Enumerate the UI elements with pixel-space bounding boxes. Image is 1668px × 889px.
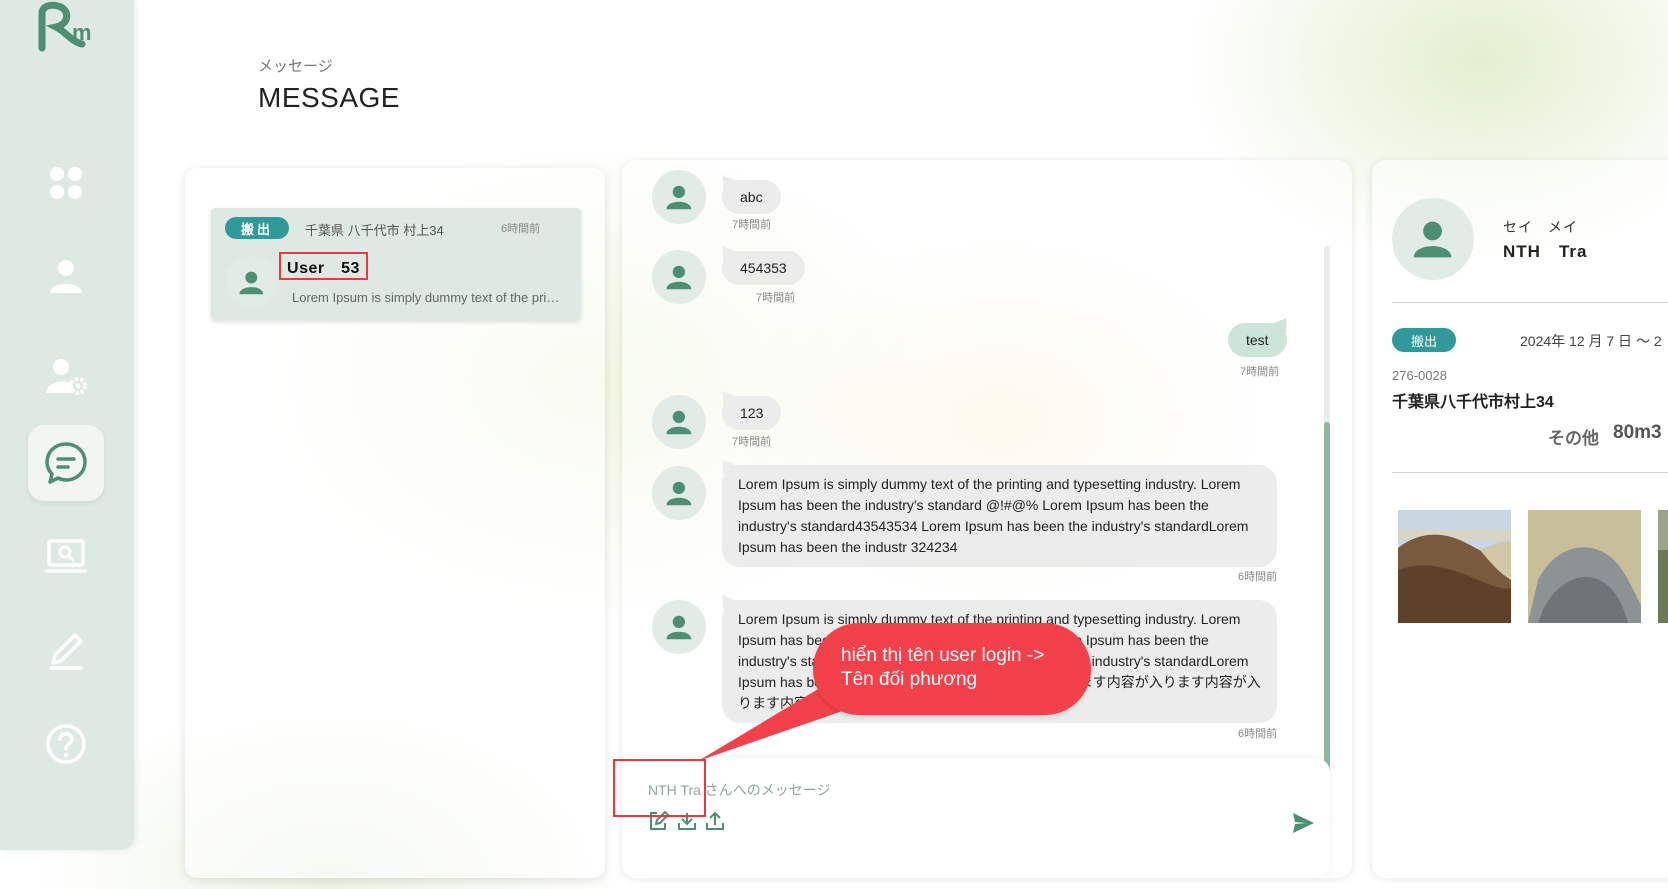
upload-icon[interactable] bbox=[704, 810, 726, 832]
user-icon bbox=[1414, 222, 1452, 258]
message-time: 7時間前 bbox=[1240, 366, 1280, 378]
soil-photo[interactable] bbox=[1398, 510, 1511, 623]
avatar bbox=[652, 600, 706, 654]
avatar bbox=[652, 250, 706, 304]
avatar bbox=[652, 170, 706, 224]
user-settings-icon bbox=[46, 359, 87, 395]
avatar bbox=[225, 256, 277, 308]
dashboard-icon bbox=[50, 167, 82, 199]
sidebar-item-monitor[interactable] bbox=[28, 518, 104, 594]
message-bubble-own: test bbox=[1228, 323, 1287, 357]
schedule-date: 2024年 12 月 7 日 ～ 2 bbox=[1520, 333, 1662, 349]
message-composer: NTH Tra さんへのメッセージ bbox=[622, 758, 1330, 878]
message-time: 6時間前 bbox=[1238, 728, 1278, 740]
conversation-time: 6時間前 bbox=[501, 223, 541, 235]
volume: 80m3 bbox=[1613, 422, 1662, 443]
sidebar-item-help[interactable] bbox=[28, 706, 104, 782]
user-icon bbox=[239, 271, 263, 294]
avatar bbox=[652, 466, 706, 520]
send-icon[interactable] bbox=[1290, 810, 1316, 836]
partial-photo[interactable] bbox=[1658, 510, 1668, 623]
chat-panel: abc 7時間前 454353 7時間前 test 7時間前 123 7時間前 … bbox=[622, 160, 1352, 878]
user-icon bbox=[50, 260, 82, 293]
pen-icon bbox=[49, 633, 83, 670]
monitor-search-icon bbox=[45, 539, 87, 573]
conversation-item[interactable]: 搬出 千葉県 八千代市 村上34 6時間前 User 53 Lorem Ipsu… bbox=[211, 208, 581, 320]
message-bubble: Lorem Ipsum is simply dummy text of the … bbox=[722, 465, 1277, 567]
page-subtitle: メッセージ bbox=[258, 58, 333, 75]
message-time: 7時間前 bbox=[732, 436, 772, 448]
conversation-preview: Lorem Ipsum is simply dummy text of the … bbox=[292, 290, 560, 305]
sidebar-item-user-settings[interactable] bbox=[28, 338, 104, 414]
user-name: NTH Tra bbox=[1503, 242, 1588, 261]
message-time: 6時間前 bbox=[1238, 571, 1278, 583]
app-logo[interactable]: m bbox=[28, 0, 108, 62]
address: 千葉県八千代市村上34 bbox=[1392, 394, 1554, 411]
sidebar: m bbox=[0, 0, 134, 850]
message-bubble: abc bbox=[722, 180, 781, 214]
user-icon bbox=[666, 615, 692, 640]
message-bubble: 454353 bbox=[722, 251, 805, 285]
category: その他 bbox=[1548, 429, 1599, 448]
svg-text:m: m bbox=[72, 20, 92, 45]
annotation-callout: hiển thị tên user login -> Tên đối phươn… bbox=[813, 623, 1091, 715]
divider bbox=[1392, 472, 1668, 473]
sidebar-item-users[interactable] bbox=[28, 238, 104, 314]
message-time: 7時間前 bbox=[732, 219, 772, 231]
user-icon bbox=[666, 265, 692, 290]
conversation-name: User 53 bbox=[279, 252, 368, 280]
gravel-photo[interactable] bbox=[1528, 510, 1641, 623]
help-icon bbox=[46, 724, 86, 764]
user-icon bbox=[666, 481, 692, 506]
divider bbox=[1392, 302, 1668, 303]
type-badge: 搬出 bbox=[1392, 328, 1456, 352]
sidebar-item-edit[interactable] bbox=[28, 612, 104, 688]
sidebar-item-dashboard[interactable] bbox=[28, 146, 104, 222]
chat-icon bbox=[45, 442, 87, 484]
user-icon bbox=[666, 185, 692, 210]
conversation-address: 千葉県 八千代市 村上34 bbox=[305, 223, 444, 238]
message-bubble: 123 bbox=[722, 396, 782, 430]
postal-code: 276-0028 bbox=[1392, 368, 1447, 383]
page-title: MESSAGE bbox=[258, 82, 400, 113]
name-kana: セイ メイ bbox=[1503, 219, 1578, 235]
user-icon bbox=[666, 410, 692, 435]
annotation-highlight bbox=[613, 759, 706, 817]
avatar bbox=[652, 395, 706, 449]
sidebar-item-messages[interactable] bbox=[28, 425, 104, 501]
avatar bbox=[1392, 198, 1474, 280]
type-badge: 搬出 bbox=[225, 217, 289, 239]
conversation-list: 搬出 千葉県 八千代市 村上34 6時間前 User 53 Lorem Ipsu… bbox=[185, 168, 605, 878]
detail-panel: セイ メイ NTH Tra 搬出 2024年 12 月 7 日 ～ 2 276-… bbox=[1372, 160, 1668, 878]
message-time: 7時間前 bbox=[756, 292, 796, 304]
